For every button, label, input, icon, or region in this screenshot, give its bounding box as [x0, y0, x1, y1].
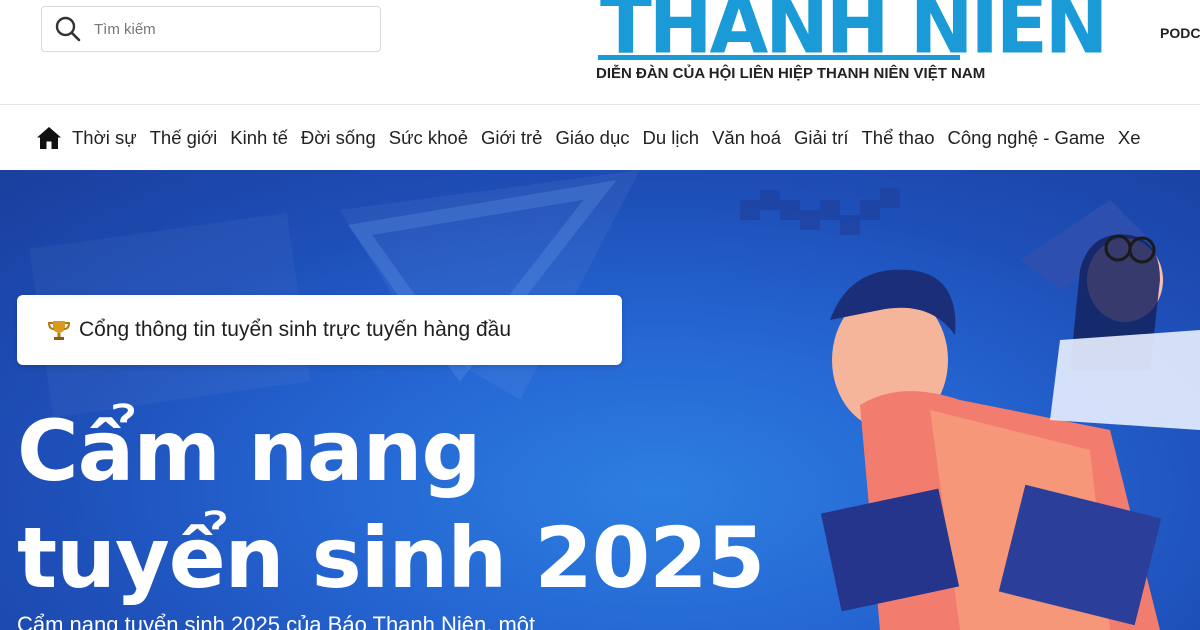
nav-item-van-hoa[interactable]: Văn hoá: [712, 127, 781, 149]
search-icon[interactable]: [54, 15, 82, 43]
nav-item-thoi-su[interactable]: Thời sự: [72, 127, 137, 149]
site-logo[interactable]: THANH NIÊN DIỄN ĐÀN CỦA HỘI LIÊN HIỆP TH…: [596, 0, 1108, 95]
menu-icon[interactable]: ⁝: [0, 20, 1, 42]
search-input[interactable]: [92, 19, 356, 39]
logo-wordmark: THANH NIÊN: [600, 0, 1108, 72]
podcast-link[interactable]: PODC: [1160, 25, 1200, 41]
hero-badge: Cổng thông tin tuyển sinh trực tuyến hàn…: [17, 295, 622, 365]
hero-badge-text: Cổng thông tin tuyển sinh trực tuyến hàn…: [79, 318, 512, 341]
site-header: ⁝ THANH NIÊN DIỄN ĐÀN CỦA HỘI LIÊN HIỆP …: [0, 0, 1200, 105]
main-nav: Thời sự Thế giới Kinh tế Đời sống Sức kh…: [0, 105, 1200, 170]
trophy-icon: [47, 321, 71, 340]
nav-item-gioi-tre[interactable]: Giới trẻ: [481, 127, 542, 149]
home-icon[interactable]: [36, 125, 62, 151]
nav-item-the-thao[interactable]: Thể thao: [862, 127, 935, 149]
hero-headline-line-1: Cẩm nang: [17, 402, 482, 500]
nav-item-giao-duc[interactable]: Giáo dục: [555, 127, 629, 149]
nav-item-suc-khoe[interactable]: Sức khoẻ: [389, 127, 468, 149]
search-box[interactable]: [41, 6, 381, 52]
nav-item-giai-tri[interactable]: Giải trí: [794, 127, 848, 149]
nav-item-du-lich[interactable]: Du lịch: [643, 127, 700, 149]
logo-underline: [598, 55, 960, 60]
nav-item-cong-nghe-game[interactable]: Công nghệ - Game: [948, 127, 1105, 149]
nav-item-xe[interactable]: Xe: [1118, 127, 1141, 149]
nav-item-kinh-te[interactable]: Kinh tế: [230, 127, 288, 149]
nav-item-the-gioi[interactable]: Thế giới: [150, 127, 218, 149]
nav-item-doi-song[interactable]: Đời sống: [301, 127, 376, 149]
hero-banner[interactable]: Cổng thông tin tuyển sinh trực tuyến hàn…: [0, 170, 1200, 630]
logo-tagline: DIỄN ĐÀN CỦA HỘI LIÊN HIỆP THANH NIÊN VI…: [596, 65, 986, 82]
hero-headline-line-2: tuyển sinh 2025: [17, 509, 765, 607]
hero-headline: Cẩm nang tuyển sinh 2025: [17, 398, 765, 612]
hero-subtext: Cẩm nang tuyển sinh 2025 của Báo Thanh N…: [17, 612, 536, 630]
